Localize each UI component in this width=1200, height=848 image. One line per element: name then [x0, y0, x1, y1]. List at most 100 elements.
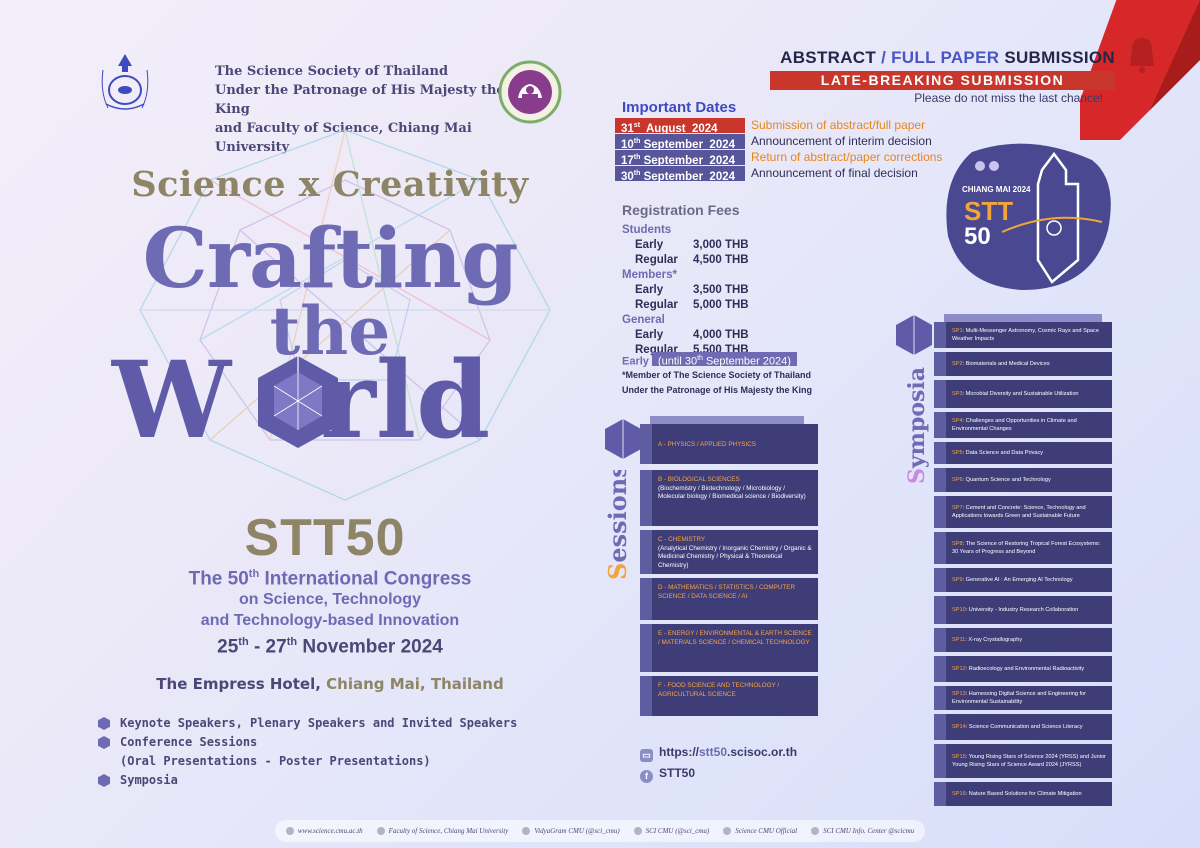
- cmu-faculty-seal-logo: [498, 60, 562, 124]
- web-icon: ▭: [640, 749, 653, 762]
- date-description: Announcement of final decision: [751, 166, 918, 180]
- symposium-item: SP8: The Science of Restoring Tropical F…: [934, 532, 1112, 564]
- symposium-code: SP16: [952, 790, 966, 797]
- registration-title: Registration Fees: [622, 202, 740, 218]
- symposia-polyhedron-icon: [896, 315, 932, 355]
- session-item: D - MATHEMATICS / STATISTICS / COMPUTER …: [640, 578, 818, 620]
- symposia-heading-initial: S: [904, 468, 930, 484]
- symposium-title: : Challenges and Opportunities in Climat…: [952, 417, 1077, 432]
- congress-number-suffix: th: [248, 568, 260, 580]
- title-word-crafting: Crafting: [142, 211, 519, 307]
- symposium-code: SP5: [952, 449, 963, 456]
- date-day: 30: [621, 170, 634, 183]
- important-dates-title: Important Dates: [622, 99, 737, 116]
- conference-dates: 25th - 27th November 2024: [150, 636, 510, 658]
- footer-link[interactable]: SCI CMU (@sci_cmu): [633, 827, 710, 835]
- sessions-polyhedron-icon: [605, 419, 641, 459]
- symposium-item: SP16: Nature Based Solutions for Climate…: [934, 782, 1112, 806]
- membership-note-line-1: *Member of The Science Society of Thaila…: [622, 370, 812, 380]
- session-title: C - CHEMISTRY: [658, 536, 706, 543]
- symposium-item: SP12: Radioecology and Environmental Rad…: [934, 656, 1112, 682]
- fee-row: Early 4,000 THB: [622, 328, 822, 343]
- session-topics: (Biochemistry / Biotechnology / Microbio…: [658, 484, 806, 501]
- footer-link-text: Science CMU Official: [735, 827, 798, 835]
- symposium-item: SP3: Microbial Diversity and Sustainable…: [934, 380, 1112, 408]
- feature-text: Conference Sessions: [120, 735, 258, 749]
- symposium-code: SP13: [952, 690, 966, 697]
- badge-city: CHIANG MAI 2024: [962, 185, 1031, 194]
- category-students: Students: [622, 224, 672, 236]
- symposium-item: SP6: Quantum Science and Technology: [934, 468, 1112, 492]
- date-month-year: November 2024: [297, 636, 443, 658]
- youtube-icon: [723, 827, 732, 835]
- date-description: Submission of abstract/full paper: [751, 118, 926, 132]
- date-pill: 30th September 2024: [615, 166, 745, 183]
- badge-stt: STT: [964, 196, 1013, 226]
- date-description: Return of abstract/paper corrections: [751, 150, 943, 164]
- feature-item: Conference Sessions: [98, 733, 538, 752]
- footer-link[interactable]: VidyaGram CMU (@sci_cmu): [522, 827, 620, 835]
- symposium-title: : Multi-Messenger Astronomy, Cosmic Rays…: [952, 327, 1099, 342]
- website-stt: stt50: [699, 745, 728, 759]
- symposium-item: SP2: Biomaterials and Medical Devices: [934, 352, 1112, 376]
- features-list: Keynote Speakers, Plenary Speakers and I…: [98, 714, 538, 790]
- session-title: B - BIOLOGICAL SCIENCES: [658, 476, 740, 483]
- congress-title-rest: International Congress: [259, 568, 472, 590]
- footer-link-text: SCI CMU (@sci_cmu): [645, 827, 710, 835]
- footer-link-text: Faculty of Science, Chiang Mai Universit…: [388, 827, 509, 835]
- symposium-code: SP4: [952, 417, 963, 424]
- symposium-title: : Nature Based Solutions for Climate Mit…: [965, 790, 1082, 797]
- congress-title-line-3: and Technology-based Innovation: [200, 612, 460, 629]
- fee-row: Early 3,000 THB: [622, 238, 822, 253]
- early-deadline-label: Early: [622, 355, 649, 368]
- website-link[interactable]: ▭ https://stt50.scisoc.or.th: [640, 745, 797, 762]
- symposium-title: : Microbial Diversity and Sustainable Ut…: [962, 390, 1079, 397]
- footer-link[interactable]: Faculty of Science, Chiang Mai Universit…: [376, 827, 509, 835]
- date-pill: 10th September 2024: [615, 134, 745, 151]
- symposium-code: SP3: [952, 390, 963, 397]
- facebook-page-name: STT50: [659, 766, 696, 780]
- category-general: General: [622, 314, 665, 326]
- important-date-row: 17th September 2024 Return of abstract/pa…: [615, 150, 975, 167]
- instagram-icon: [522, 827, 531, 835]
- hexagon-bullet-icon: [98, 736, 110, 749]
- session-item: A - PHYSICS / APPLIED PHYSICS: [640, 424, 818, 464]
- globe-icon: [285, 827, 294, 835]
- symposium-item: SP15: Young Rising Stars of Science 2024…: [934, 744, 1112, 778]
- footer-link[interactable]: www.science.cmu.ac.th: [285, 827, 363, 835]
- facebook-link[interactable]: f STT50: [640, 766, 695, 783]
- fee-label: Early: [635, 329, 664, 341]
- early-deadline: Early (until 30th September 2024): [622, 352, 797, 368]
- membership-note: *Member of The Science Society of Thaila…: [622, 368, 842, 398]
- session-item: F - FOOD SCIENCE AND TECHNOLOGY / AGRICU…: [640, 676, 818, 716]
- last-chance-note: Please do not miss the last chance!: [914, 91, 1103, 105]
- footer-link[interactable]: SCI CMU Info. Center @scicmu: [811, 827, 914, 835]
- fee-amount: 3,000 THB: [693, 239, 749, 251]
- registration-fees: Registration Fees Students Early 3,000 TH…: [622, 202, 822, 357]
- symposium-item: SP4: Challenges and Opportunities in Cli…: [934, 412, 1112, 438]
- symposium-code: SP14: [952, 723, 966, 730]
- date-description: Announcement of interim decision: [751, 134, 932, 148]
- symposium-code: SP7: [952, 504, 963, 511]
- late-breaking-banner: LATE-BREAKING SUBMISSION: [770, 71, 1115, 90]
- fee-label: Regular: [635, 298, 678, 311]
- science-society-seal-logo: [101, 54, 149, 110]
- badge-number: 50: [964, 223, 991, 250]
- congress-title-line-2: on Science, Technology: [239, 591, 421, 608]
- svg-text:Symposia: Symposia: [904, 367, 930, 484]
- footer-link-text: SCI CMU Info. Center @scicmu: [823, 827, 915, 835]
- feature-item: Symposia: [98, 771, 538, 790]
- symposium-code: SP1: [952, 327, 963, 334]
- footer-link[interactable]: Science CMU Official: [723, 827, 797, 835]
- symposium-title: : Quantum Science and Technology: [962, 476, 1051, 483]
- fee-row: Regular 5,000 THB: [622, 298, 822, 313]
- title-word-world: W rld: [112, 340, 552, 460]
- symposium-item: SP1: Multi-Messenger Astronomy, Cosmic R…: [934, 322, 1112, 348]
- footer-link-text: www.science.cmu.ac.th: [297, 827, 363, 835]
- footer-bar: www.science.cmu.ac.th Faculty of Science,…: [275, 820, 925, 842]
- session-item: E - ENERGY / ENVIRONMENTAL & EARTH SCIEN…: [640, 624, 818, 672]
- symposium-item: SP13: Harnessing Digital Science and Eng…: [934, 686, 1112, 710]
- congress-title-line-1: The 50th International Congress: [150, 568, 510, 590]
- date-start-suffix: th: [238, 636, 249, 648]
- important-date-row: 31st August 2024 Submission of abstract/f…: [615, 118, 975, 135]
